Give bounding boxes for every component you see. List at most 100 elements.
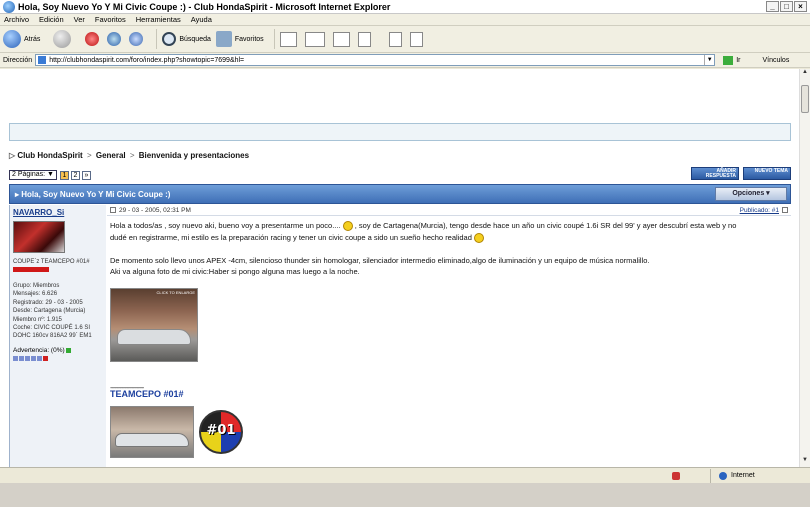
- mail-icon[interactable]: [304, 31, 325, 47]
- honda-badge-icon: [13, 267, 49, 272]
- new-topic-button[interactable]: NUEVO TEMA: [743, 167, 791, 180]
- title-bar[interactable]: Hola, Soy Nuevo Yo Y Mi Civic Coupe :) -…: [0, 0, 810, 14]
- laugh-smiley-icon: [473, 232, 484, 243]
- warning-cell: [43, 355, 48, 361]
- smiley-icon: [342, 221, 353, 232]
- messenger-icon[interactable]: [409, 31, 423, 47]
- address-label: Dirección: [3, 56, 33, 64]
- menu-favoritos[interactable]: Favoritos: [95, 15, 126, 24]
- breadcrumb-link-home[interactable]: Club HondaSpirit: [17, 151, 82, 160]
- topic-title-bar: ▸ Hola, Soy Nuevo Yo Y Mi Civic Coupe :)…: [9, 184, 791, 204]
- post-author-panel: NAVARRO_Si COUPE`z TEAMCEPO #01# Grupo: …: [10, 205, 106, 467]
- next-page-link[interactable]: »: [81, 170, 91, 180]
- warning-cell: [13, 355, 18, 361]
- post-icon: [110, 207, 116, 213]
- go-label: Ir: [736, 56, 741, 64]
- post-header: 29 - 03 - 2005, 02:31 PM Publicado: #1: [107, 205, 791, 216]
- vertical-scrollbar[interactable]: ▲ ▼: [799, 69, 810, 467]
- discuss-icon[interactable]: [388, 31, 402, 47]
- warning-cell: [19, 355, 24, 361]
- post-line: , soy de Cartagena(Murcia), tengo desde …: [352, 221, 737, 230]
- page-1-link[interactable]: 1: [59, 170, 69, 180]
- add-reply-button[interactable]: AÑADIR RESPUESTA: [691, 167, 739, 180]
- warning-cell: [25, 355, 30, 361]
- menu-ver[interactable]: Ver: [74, 15, 85, 24]
- window-title: Hola, Soy Nuevo Yo Y Mi Civic Coupe :) -…: [18, 1, 391, 12]
- stat-member-no: Miembro nº: 1.915: [13, 316, 62, 323]
- back-button[interactable]: Atrás: [3, 30, 40, 48]
- car-photo-thumbnail[interactable]: CLICK TO ENLARGE: [110, 288, 198, 362]
- edit-icon[interactable]: [357, 31, 371, 47]
- pages-dropdown[interactable]: 2 Páginas: ▼: [9, 170, 57, 180]
- toolbar: Atrás Búsqueda Favoritos: [0, 26, 810, 53]
- post-date: 29 - 03 - 2005, 02:31 PM: [119, 206, 191, 214]
- favorites-label: Favoritos: [234, 35, 264, 43]
- status-bar: Internet: [0, 467, 810, 483]
- ad-banner: [9, 123, 791, 141]
- history-icon[interactable]: [279, 31, 297, 47]
- address-url: http://clubhondaspirit.com/foro/index.ph…: [49, 56, 245, 64]
- breadcrumb-link-forum[interactable]: Bienvenida y presentaciones: [139, 151, 249, 160]
- logo-text: #01: [206, 423, 236, 438]
- forward-button[interactable]: [53, 30, 74, 48]
- back-label: Atrás: [24, 35, 41, 43]
- star-icon: [215, 31, 232, 47]
- scrollbar-thumb[interactable]: [801, 85, 809, 113]
- favorites-button[interactable]: Favoritos: [215, 31, 264, 47]
- address-input[interactable]: http://clubhondaspirit.com/foro/index.ph…: [35, 54, 716, 66]
- forward-arrow-icon: [53, 30, 72, 48]
- warning-cell: [37, 355, 42, 361]
- page-content: ▷ Club HondaSpirit > General > Bienvenid…: [0, 69, 799, 467]
- menu-herramientas[interactable]: Herramientas: [136, 15, 181, 24]
- search-label: Búsqueda: [179, 35, 211, 43]
- ie-logo-icon: [3, 0, 15, 13]
- avatar: [13, 221, 65, 253]
- signature-team: TEAMCEPO #01#: [110, 389, 184, 399]
- scroll-down-icon[interactable]: ▼: [800, 457, 810, 467]
- author-name[interactable]: NAVARRO_Si: [13, 208, 103, 217]
- topic-title: Hola, Soy Nuevo Yo Y Mi Civic Coupe :): [21, 189, 171, 199]
- car-shape: [115, 433, 189, 447]
- stop-icon: [85, 32, 100, 46]
- warning-label[interactable]: Advertencia: (0%): [13, 347, 65, 354]
- post-published[interactable]: Publicado: #1: [740, 207, 779, 214]
- desktop-area: [0, 483, 810, 507]
- breadcrumb-link-general[interactable]: General: [96, 151, 126, 160]
- menu-archivo[interactable]: Archivo: [4, 15, 29, 24]
- minimize-button[interactable]: _: [766, 1, 779, 12]
- toolbar-separator: [273, 29, 275, 49]
- stop-button[interactable]: [85, 32, 102, 46]
- home-button[interactable]: [129, 32, 146, 46]
- refresh-button[interactable]: [107, 32, 124, 46]
- menu-ayuda[interactable]: Ayuda: [191, 15, 212, 24]
- warning-plus-icon[interactable]: [66, 347, 72, 353]
- privacy-icon[interactable]: [672, 471, 680, 480]
- menu-edicion[interactable]: Edición: [39, 15, 64, 24]
- page-2-link[interactable]: 2: [70, 170, 80, 180]
- team-logo-icon: #01: [197, 406, 245, 458]
- post-checkbox[interactable]: [782, 207, 788, 213]
- menu-bar: Archivo Edición Ver Favoritos Herramient…: [0, 14, 810, 26]
- address-dropdown-icon[interactable]: ▼: [704, 55, 714, 65]
- maximize-button[interactable]: □: [780, 1, 793, 12]
- post-text: Hola a todos/as , soy nuevo aki, bueno v…: [107, 216, 791, 282]
- scroll-up-icon[interactable]: ▲: [800, 69, 810, 79]
- photo-caption: CLICK TO ENLARGE: [156, 290, 195, 295]
- warning-cell: [31, 355, 36, 361]
- options-button[interactable]: Opciones ▾: [715, 187, 787, 201]
- links-button[interactable]: Vínculos: [762, 57, 789, 64]
- car-shape: [117, 329, 191, 345]
- print-icon[interactable]: [332, 31, 350, 47]
- breadcrumb-separator: >: [86, 151, 92, 160]
- browser-window: Hola, Soy Nuevo Yo Y Mi Civic Coupe :) -…: [0, 0, 810, 507]
- close-button[interactable]: ×: [794, 1, 807, 12]
- post-line: Aki va alguna foto de mi civic:Haber si …: [110, 267, 360, 277]
- address-bar: Dirección http://clubhondaspirit.com/for…: [0, 53, 810, 68]
- search-button[interactable]: Búsqueda: [162, 32, 211, 46]
- user-title: COUPE`z TEAMCEPO #01#: [13, 259, 90, 265]
- post-number-link[interactable]: Publicado: #1: [740, 207, 779, 214]
- warning-level-bar: [13, 355, 103, 361]
- security-zone: Internet: [710, 468, 810, 483]
- go-button[interactable]: Ir: [723, 55, 741, 65]
- globe-icon: [719, 471, 727, 480]
